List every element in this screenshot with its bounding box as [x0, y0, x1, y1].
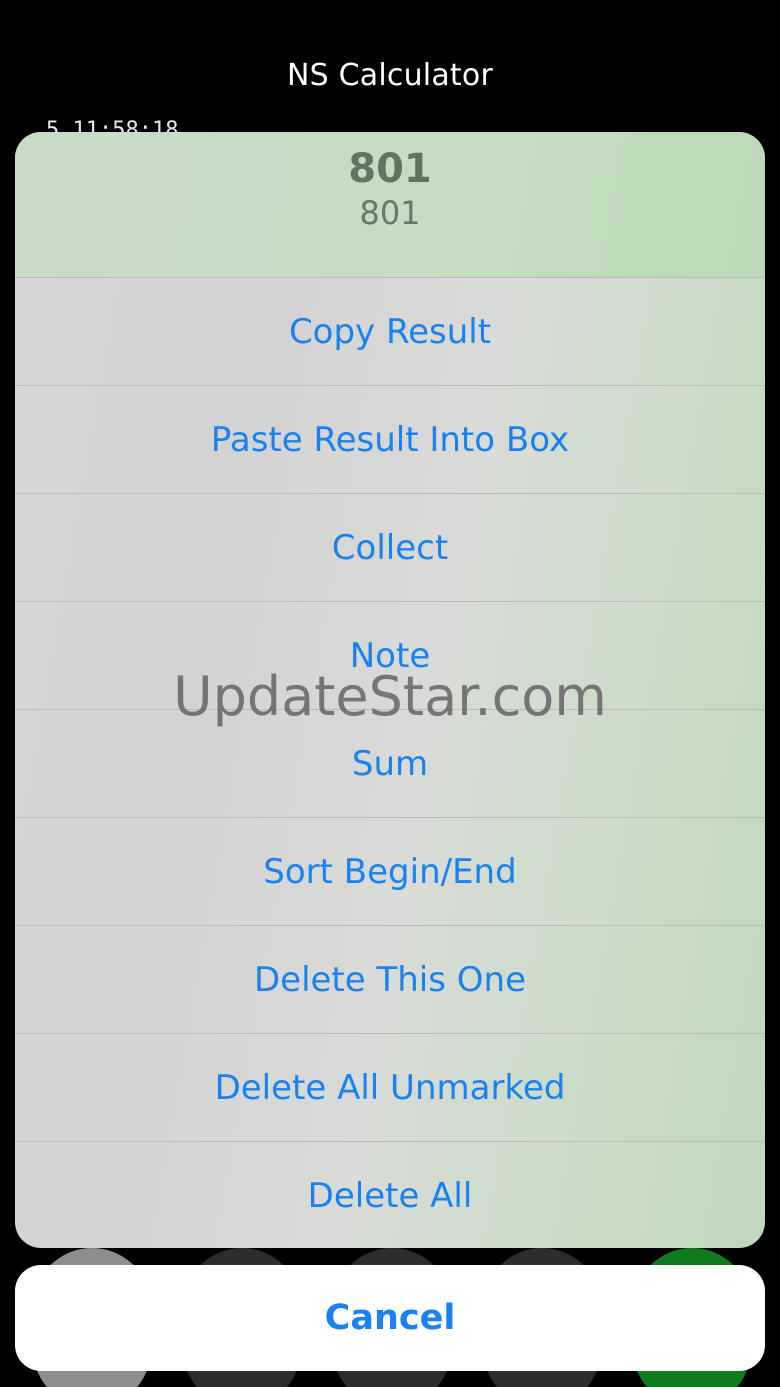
sum-button[interactable]: Sum	[15, 710, 765, 818]
screen: NS Calculator 5 11:58:18 801 801 Copy Re…	[0, 0, 780, 1387]
collect-button[interactable]: Collect	[15, 494, 765, 602]
delete-all-button[interactable]: Delete All	[15, 1142, 765, 1248]
action-sheet: 801 801 Copy Result Paste Result Into Bo…	[15, 132, 765, 1248]
app-title: NS Calculator	[287, 58, 493, 93]
delete-all-unmarked-button[interactable]: Delete All Unmarked	[15, 1034, 765, 1142]
result-value: 801	[348, 146, 432, 192]
paste-result-into-box-button[interactable]: Paste Result Into Box	[15, 386, 765, 494]
expression-value: 801	[359, 194, 421, 232]
sort-begin-end-button[interactable]: Sort Begin/End	[15, 818, 765, 926]
copy-result-button[interactable]: Copy Result	[15, 278, 765, 386]
action-sheet-header: 801 801	[15, 132, 765, 278]
cancel-button[interactable]: Cancel	[15, 1265, 765, 1371]
note-button[interactable]: Note	[15, 602, 765, 710]
delete-this-one-button[interactable]: Delete This One	[15, 926, 765, 1034]
